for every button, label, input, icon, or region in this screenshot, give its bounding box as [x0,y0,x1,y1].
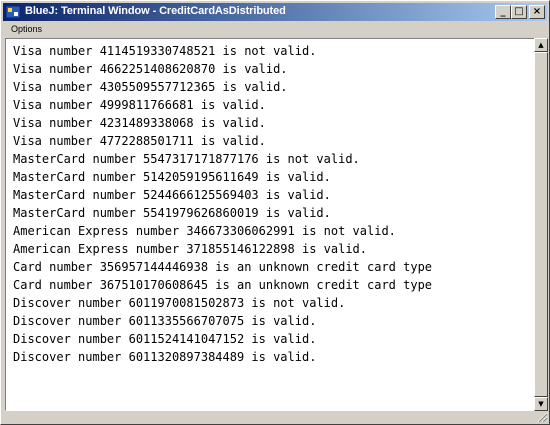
output-line: Visa number 4305509557712365 is valid. [13,80,288,94]
output-line: Visa number 4114519330748521 is not vali… [13,44,317,58]
vertical-scrollbar[interactable]: ▲ ▼ [534,38,548,411]
terminal-output[interactable]: Visa number 4114519330748521 is not vali… [5,38,537,411]
output-line: Card number 367510170608645 is an unknow… [13,278,433,292]
output-line: MasterCard number 5244666125569403 is va… [13,188,331,202]
scroll-up-button[interactable]: ▲ [534,38,548,52]
terminal-window: BlueJ: Terminal Window - CreditCardAsDis… [0,0,550,425]
resize-grip-icon[interactable] [534,411,548,423]
output-line: MasterCard number 5541979626860019 is va… [13,206,331,220]
maximize-button[interactable]: □ [511,5,527,19]
output-line: Visa number 4231489338068 is valid. [13,116,266,130]
output-lines: Visa number 4114519330748521 is not vali… [13,42,432,366]
bluej-app-icon [5,5,21,19]
output-line: Visa number 4999811766681 is valid. [13,98,266,112]
close-button[interactable]: × [529,5,545,19]
output-line: MasterCard number 5547317171877176 is no… [13,152,360,166]
menu-options[interactable]: Options [11,24,42,34]
output-line: American Express number 371855146122898 … [13,242,368,256]
output-line: Visa number 4662251408620870 is valid. [13,62,288,76]
scroll-thumb[interactable] [534,52,548,397]
output-line: Discover number 6011320897384489 is vali… [13,350,317,364]
title-bar[interactable]: BlueJ: Terminal Window - CreditCardAsDis… [3,3,547,21]
output-line: Visa number 4772288501711 is valid. [13,134,266,148]
output-line: MasterCard number 5142059195611649 is va… [13,170,331,184]
output-line: Discover number 6011335566707075 is vali… [13,314,317,328]
output-line: Discover number 6011524141047152 is vali… [13,332,317,346]
output-line: American Express number 346673306062991 … [13,224,396,238]
output-line: Discover number 6011970081502873 is not … [13,296,346,310]
scroll-down-button[interactable]: ▼ [534,397,548,411]
window-title: BlueJ: Terminal Window - CreditCardAsDis… [25,5,286,17]
menu-bar: Options [3,21,547,38]
output-line: Card number 356957144446938 is an unknow… [13,260,433,274]
minimize-button[interactable]: _ [495,5,511,19]
